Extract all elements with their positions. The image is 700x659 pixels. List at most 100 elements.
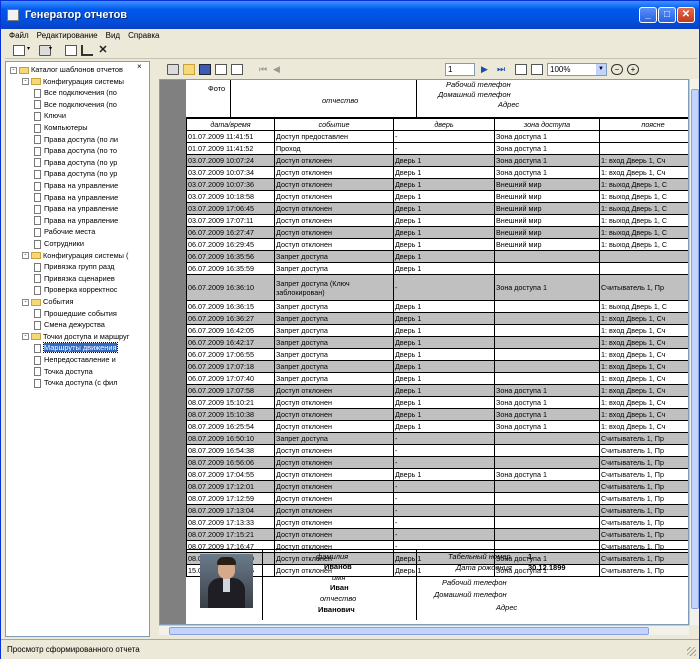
close-panel-icon[interactable]: × bbox=[137, 62, 142, 71]
cell-datetime: 03.07.2009 10:07:34 bbox=[186, 166, 275, 179]
tree-item[interactable]: Права доступа (по ли bbox=[34, 134, 118, 145]
cell-note: Считыватель 1, Пр bbox=[599, 468, 688, 481]
tree-item[interactable]: Рабочие места bbox=[34, 226, 95, 237]
cell-note: Считыватель 1, Пр bbox=[599, 480, 688, 493]
tree-item[interactable]: Компьютеры bbox=[34, 122, 88, 133]
tree-item[interactable]: Права на управление bbox=[34, 180, 118, 191]
cell-event: Доступ отклонен bbox=[274, 408, 394, 421]
cell-event: Запрет доступа bbox=[274, 250, 394, 263]
last-page-icon[interactable]: ⏭ bbox=[497, 64, 509, 75]
open-folder-icon[interactable] bbox=[183, 64, 195, 75]
table-row: 06.07.2009 16:35:59 Запрет доступа Дверь 1 bbox=[186, 262, 688, 275]
panel-splitter[interactable] bbox=[151, 61, 157, 637]
page-layout-icon[interactable] bbox=[515, 64, 527, 75]
cell-note: Считыватель 1, Пр bbox=[599, 456, 688, 469]
cell-datetime: 01.07.2009 11:41:52 bbox=[186, 142, 275, 155]
cell-zone: Внешний мир bbox=[494, 202, 600, 215]
collapse-icon[interactable]: - bbox=[10, 66, 17, 74]
minimize-button[interactable]: _ bbox=[639, 7, 657, 23]
cell-zone bbox=[494, 262, 600, 275]
tree-item[interactable]: Права доступа (по ур bbox=[34, 168, 117, 179]
cell-note: 1: вход Дверь 1, Сч bbox=[599, 384, 688, 397]
page-number-input[interactable]: 1 bbox=[445, 63, 475, 76]
tree-item[interactable]: Маршруты движения bbox=[34, 342, 118, 354]
copy-icon[interactable] bbox=[215, 64, 227, 75]
zoom-select[interactable]: 100% ▼ bbox=[547, 63, 607, 76]
delete-icon[interactable]: ✕ bbox=[97, 45, 109, 56]
cell-door: - bbox=[393, 142, 495, 155]
maximize-button[interactable]: □ bbox=[658, 7, 676, 23]
print-icon[interactable] bbox=[167, 64, 179, 75]
menu-edit[interactable]: Редактирование bbox=[33, 29, 102, 43]
tree-item[interactable]: Сотрудники bbox=[34, 238, 84, 249]
cell-event: Доступ отклонен bbox=[274, 166, 394, 179]
tree-item[interactable]: Смена дежурства bbox=[34, 319, 105, 330]
cell-door: Дверь 1 bbox=[393, 214, 495, 227]
prev-page-icon[interactable]: ◀ bbox=[273, 64, 285, 75]
vertical-scrollbar[interactable] bbox=[689, 79, 699, 625]
cell-event: Запрет доступа bbox=[274, 312, 394, 325]
tree-item[interactable]: Все подключения (по bbox=[34, 99, 117, 110]
chevron-down-icon[interactable]: ▾ bbox=[49, 45, 61, 56]
zoom-out-icon[interactable]: − bbox=[611, 64, 623, 75]
cell-door: - bbox=[393, 444, 495, 457]
scroll-thumb[interactable] bbox=[691, 89, 699, 609]
scroll-thumb[interactable] bbox=[169, 627, 649, 635]
tree-item[interactable]: Права на управление bbox=[34, 192, 118, 203]
horizontal-scrollbar[interactable] bbox=[159, 625, 689, 635]
menu-help[interactable]: Справка bbox=[124, 29, 163, 43]
zoom-value: 100% bbox=[550, 65, 571, 74]
cell-datetime: 06.07.2009 17:07:18 bbox=[186, 360, 275, 373]
tree-item[interactable]: - Точки доступа и маршруг bbox=[22, 331, 129, 342]
edit-template-icon[interactable] bbox=[81, 45, 93, 56]
tree-item[interactable]: Проверка корректнос bbox=[34, 284, 118, 295]
patronymic-label: отчество bbox=[322, 96, 359, 105]
tree-item[interactable]: Ключи bbox=[34, 110, 66, 121]
tree-item[interactable]: Точка доступа bbox=[34, 366, 93, 377]
report-viewport[interactable]: Фото отчество Рабочий телефон Домашний т… bbox=[159, 79, 689, 625]
close-button[interactable]: ✕ bbox=[677, 7, 695, 23]
zoom-in-icon[interactable]: + bbox=[627, 64, 639, 75]
menu-view[interactable]: Вид bbox=[102, 29, 124, 43]
tree-item[interactable]: Права на управление bbox=[34, 203, 118, 214]
cell-note: Считыватель 1, Пр bbox=[599, 444, 688, 457]
chevron-down-icon[interactable]: ▾ bbox=[27, 45, 39, 56]
find-icon[interactable] bbox=[231, 64, 243, 75]
new-report-icon[interactable] bbox=[13, 45, 25, 56]
tree-item[interactable]: Права доступа (по ур bbox=[34, 157, 117, 168]
tree-item[interactable]: - События bbox=[22, 296, 74, 307]
title-bar[interactable]: Генератор отчетов _ □ ✕ bbox=[1, 1, 699, 29]
cell-event: Запрет доступа bbox=[274, 324, 394, 337]
menu-file[interactable]: Файл bbox=[5, 29, 33, 43]
table-row: 06.07.2009 17:07:18 Запрет доступа Дверь 1… bbox=[186, 360, 688, 373]
collapse-icon[interactable]: - bbox=[22, 252, 29, 260]
tree-item[interactable]: Все подключения (по bbox=[34, 87, 117, 98]
cell-zone bbox=[494, 312, 600, 325]
new-template-icon[interactable] bbox=[65, 45, 77, 56]
tree-item[interactable]: - Конфигурация системы ( bbox=[22, 250, 129, 261]
tree-item[interactable]: - Каталог шаблонов отчетов bbox=[10, 64, 123, 75]
cell-event: Доступ отклонен bbox=[274, 492, 394, 505]
cell-door: - bbox=[393, 492, 495, 505]
collapse-icon[interactable]: - bbox=[22, 298, 29, 306]
tree-item[interactable]: Точка доступа (с фил bbox=[34, 377, 117, 388]
tree-item[interactable]: Привязка сценариев bbox=[34, 273, 115, 284]
multi-page-icon[interactable] bbox=[531, 64, 543, 75]
cell-datetime: 06.07.2009 16:35:56 bbox=[186, 250, 275, 263]
tree-item[interactable]: Прошедшие события bbox=[34, 308, 117, 319]
collapse-icon[interactable]: - bbox=[22, 78, 29, 86]
tree-item[interactable]: Привязка групп разд bbox=[34, 261, 115, 272]
cell-door: Дверь 1 bbox=[393, 348, 495, 361]
save-icon[interactable] bbox=[199, 64, 211, 75]
tree-item[interactable]: - Конфигурация системы bbox=[22, 76, 124, 87]
resize-grip[interactable] bbox=[687, 647, 696, 656]
tree-item-label: События bbox=[43, 297, 74, 306]
table-row: 01.07.2009 11:41:51 Доступ предоставлен - З… bbox=[186, 130, 688, 143]
first-page-icon[interactable]: ⏮ bbox=[259, 64, 271, 75]
tree-item[interactable]: Права на управление bbox=[34, 215, 118, 226]
tree-item[interactable]: Права доступа (по то bbox=[34, 145, 117, 156]
tree-item[interactable]: Непредоставление и bbox=[34, 354, 116, 365]
next-page-icon[interactable]: ▶ bbox=[481, 64, 493, 75]
collapse-icon[interactable]: - bbox=[22, 333, 29, 341]
cell-datetime: 08.07.2009 17:12:59 bbox=[186, 492, 275, 505]
